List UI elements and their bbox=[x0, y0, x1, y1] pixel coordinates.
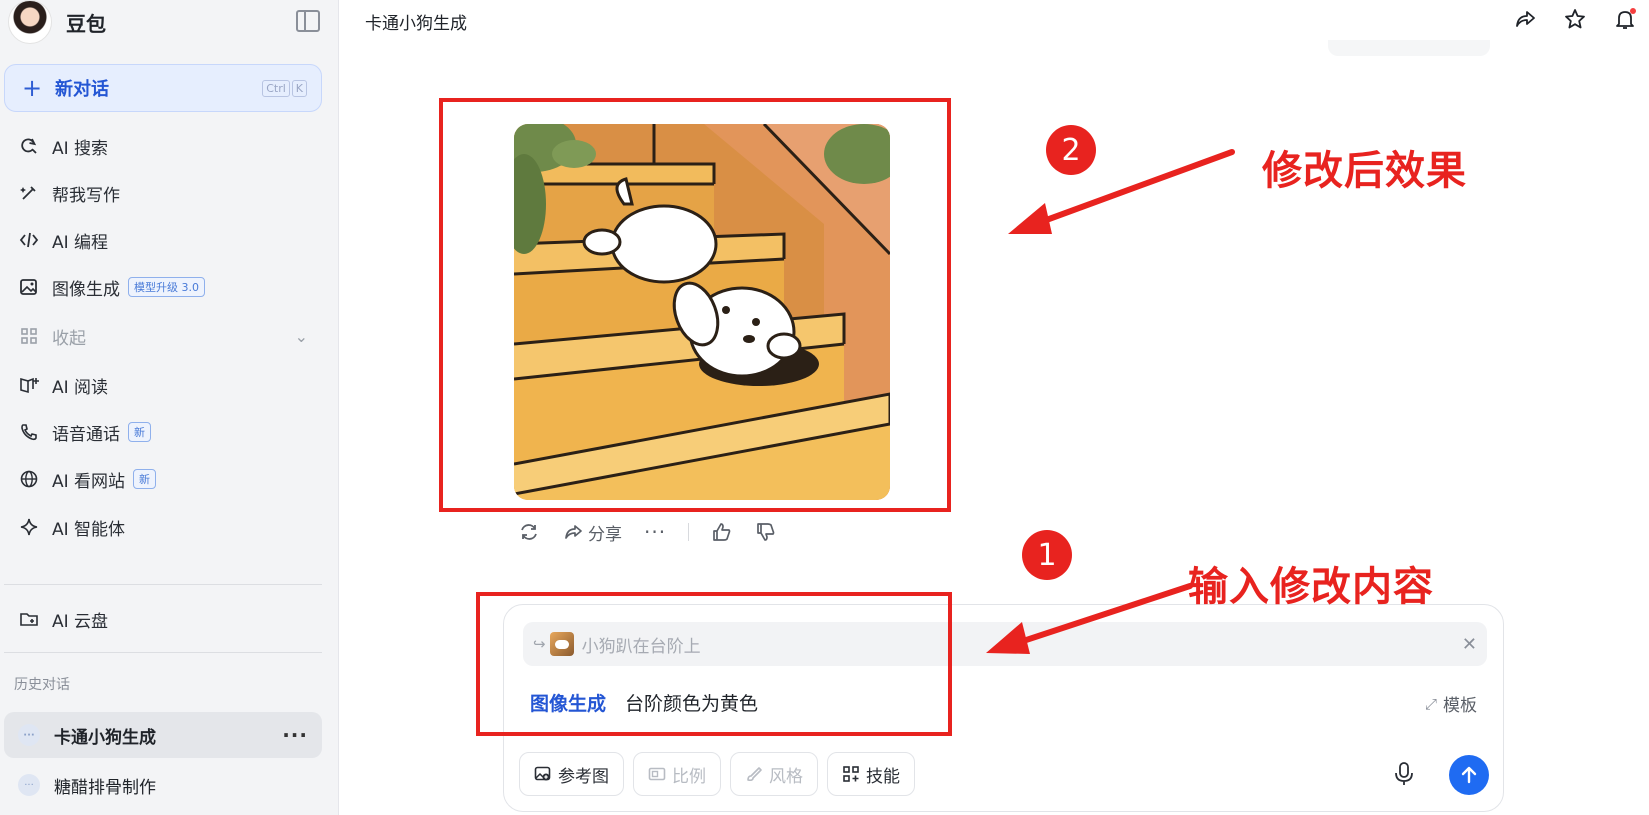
sidebar-item-label: AI 云盘 bbox=[52, 611, 109, 632]
history-item-active[interactable]: ··· 卡通小狗生成 ··· bbox=[4, 712, 322, 758]
new-chat-label: 新对话 bbox=[55, 79, 109, 100]
history-item-label: 糖醋排骨制作 bbox=[54, 777, 156, 798]
microphone-icon[interactable] bbox=[1392, 761, 1416, 787]
history-item-label: 卡通小狗生成 bbox=[54, 727, 156, 748]
sidebar-item-label: AI 阅读 bbox=[52, 377, 109, 398]
phone-icon bbox=[18, 421, 40, 443]
step-1-marker: 1 bbox=[1022, 530, 1072, 580]
sidebar-item-label: 图像生成 bbox=[52, 279, 120, 300]
new-badge: 新 bbox=[128, 422, 151, 442]
step-1-caption: 输入修改内容 bbox=[1188, 564, 1434, 610]
sidebar-item-agents[interactable]: AI 智能体 bbox=[4, 506, 322, 548]
sidebar-item-writing[interactable]: 帮我写作 bbox=[4, 172, 322, 214]
sidebar-item-coding[interactable]: AI 编程 bbox=[4, 219, 322, 261]
chip-label: 技能 bbox=[866, 766, 900, 787]
arrow-up-icon bbox=[1461, 766, 1477, 784]
message-actions: 分享 ··· bbox=[518, 518, 799, 546]
avatar[interactable] bbox=[8, 0, 52, 44]
more-options-icon[interactable]: ··· bbox=[282, 723, 308, 747]
brush-icon bbox=[745, 765, 763, 783]
shortcut-hint: Ctrl K bbox=[262, 79, 307, 97]
history-item[interactable]: ··· 糖醋排骨制作 bbox=[4, 762, 322, 808]
page-title: 卡通小狗生成 bbox=[365, 14, 467, 34]
sidebar-item-image-generation[interactable]: 图像生成 模型升级 3.0 bbox=[4, 266, 322, 308]
notification-dot bbox=[1630, 8, 1636, 14]
image-icon bbox=[18, 276, 40, 298]
share-message-button[interactable]: 分享 bbox=[562, 520, 622, 545]
chevron-down-icon: ⌄ bbox=[294, 326, 308, 346]
divider bbox=[688, 523, 690, 541]
annotation-box-result bbox=[439, 98, 951, 512]
sidebar-item-label: AI 看网站 bbox=[52, 471, 126, 492]
search-refresh-icon bbox=[18, 135, 40, 157]
new-chat-button[interactable]: + 新对话 Ctrl K bbox=[4, 64, 322, 112]
apps-icon bbox=[842, 765, 860, 783]
code-icon bbox=[18, 229, 40, 251]
history-title: 历史对话 bbox=[14, 677, 70, 693]
chip-label: 比例 bbox=[672, 766, 706, 787]
template-button[interactable]: ⤢ 模板 bbox=[1424, 691, 1477, 717]
sidebar-item-label: 帮我写作 bbox=[52, 185, 120, 206]
share-icon[interactable] bbox=[1512, 6, 1538, 32]
sidebar-toggle-icon[interactable] bbox=[296, 10, 320, 32]
sidebar-item-voice-call[interactable]: 语音通话 新 bbox=[4, 411, 322, 453]
thumbs-up-button[interactable] bbox=[711, 521, 733, 543]
pen-sparkle-icon bbox=[18, 182, 40, 204]
sidebar-collapse-toggle[interactable]: 收起 ⌄ bbox=[4, 315, 322, 357]
more-actions-button[interactable]: ··· bbox=[644, 520, 666, 544]
sidebar-item-cloud-drive[interactable]: AI 云盘 bbox=[4, 598, 322, 640]
model-upgrade-badge: 模型升级 3.0 bbox=[128, 277, 205, 297]
close-icon[interactable]: ✕ bbox=[1462, 634, 1477, 655]
template-label: 模板 bbox=[1443, 696, 1477, 716]
share-label: 分享 bbox=[588, 524, 622, 545]
grid-icon bbox=[18, 325, 40, 347]
book-icon bbox=[18, 374, 40, 396]
previous-message-bubble bbox=[1328, 40, 1490, 56]
sidebar-item-label: AI 智能体 bbox=[52, 519, 126, 540]
divider bbox=[4, 584, 322, 585]
sidebar-item-ai-search[interactable]: AI 搜索 bbox=[4, 125, 322, 167]
sidebar-item-label: 语音通话 bbox=[52, 424, 120, 445]
sidebar: 豆包 + 新对话 Ctrl K AI 搜索 帮我写作 AI 编程 图像生成 模型… bbox=[0, 0, 339, 815]
new-badge: 新 bbox=[133, 469, 157, 489]
ratio-button[interactable]: 比例 bbox=[633, 752, 721, 796]
bell-icon[interactable] bbox=[1612, 6, 1638, 32]
chat-bubble-icon: ··· bbox=[18, 774, 40, 796]
plus-icon: + bbox=[21, 74, 43, 102]
style-button[interactable]: 风格 bbox=[730, 752, 818, 796]
sidebar-item-reading[interactable]: AI 阅读 bbox=[4, 364, 322, 406]
ratio-icon bbox=[648, 765, 666, 783]
shortcut-key: K bbox=[291, 79, 307, 97]
annotation-box-input bbox=[476, 592, 952, 736]
step-2-caption: 修改后效果 bbox=[1262, 148, 1467, 194]
sidebar-item-web-reading[interactable]: AI 看网站 新 bbox=[4, 458, 322, 500]
regenerate-button[interactable] bbox=[518, 521, 540, 543]
sidebar-item-label: AI 搜索 bbox=[52, 138, 109, 159]
brand-name: 豆包 bbox=[66, 11, 106, 36]
reference-image-button[interactable]: 参考图 bbox=[519, 752, 624, 796]
image-add-icon bbox=[534, 765, 552, 783]
shortcut-key: Ctrl bbox=[262, 79, 290, 97]
divider bbox=[4, 652, 322, 653]
step-2-marker: 2 bbox=[1046, 125, 1096, 175]
send-button[interactable] bbox=[1449, 755, 1489, 795]
globe-icon bbox=[18, 468, 40, 490]
brand[interactable]: 豆包 bbox=[8, 0, 106, 44]
expand-icon: ⤢ bbox=[1424, 694, 1437, 713]
folder-icon bbox=[18, 608, 40, 630]
sparkle-icon bbox=[18, 516, 40, 538]
sidebar-item-label: 收起 bbox=[52, 328, 86, 349]
sidebar-item-label: AI 编程 bbox=[52, 232, 109, 253]
chip-label: 风格 bbox=[769, 766, 803, 787]
thumbs-down-button[interactable] bbox=[755, 521, 777, 543]
chip-label: 参考图 bbox=[558, 766, 609, 787]
star-icon[interactable] bbox=[1562, 6, 1588, 32]
skills-button[interactable]: 技能 bbox=[827, 752, 915, 796]
chat-bubble-icon: ··· bbox=[18, 724, 40, 746]
